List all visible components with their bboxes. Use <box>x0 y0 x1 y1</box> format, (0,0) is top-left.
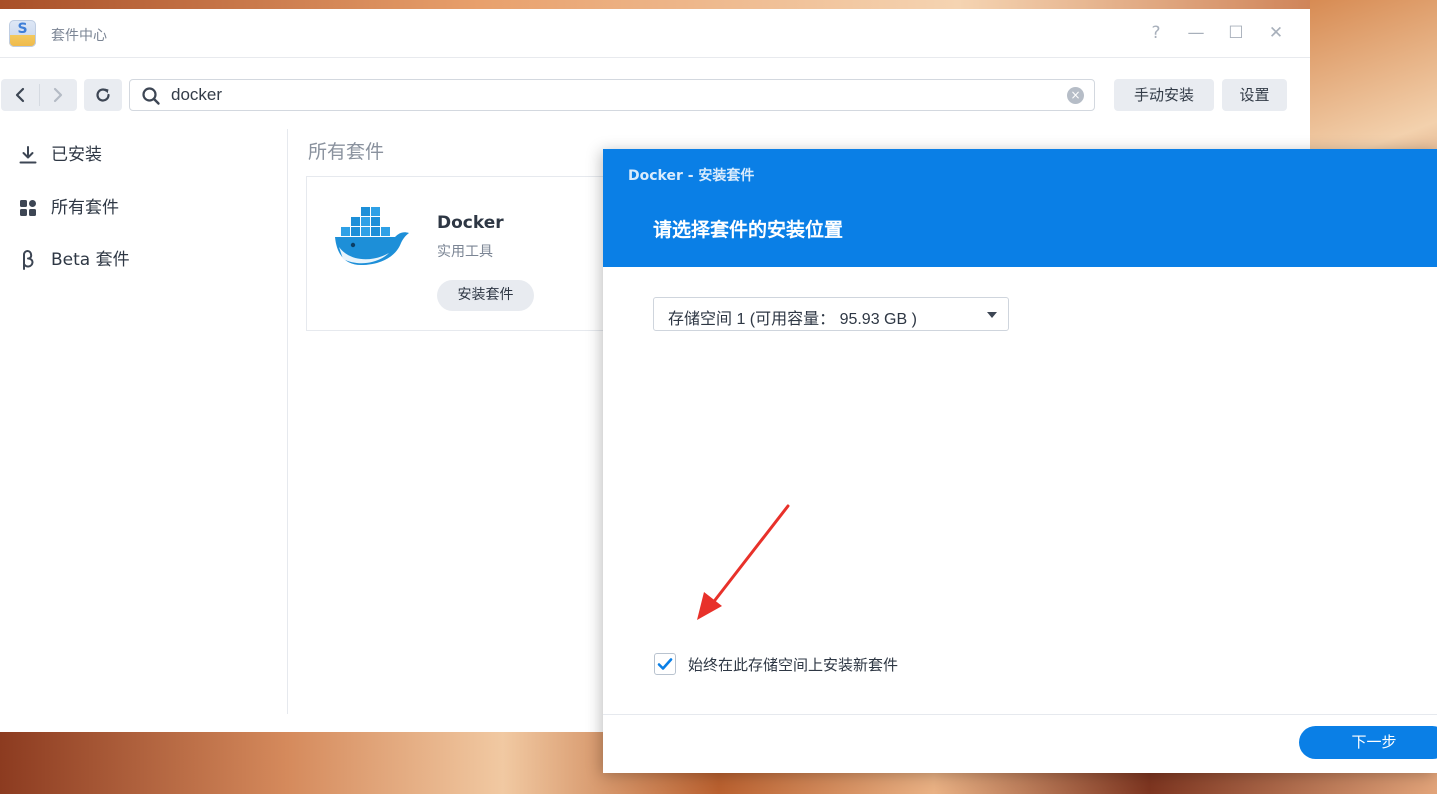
maximize-icon[interactable]: ☐ <box>1225 22 1247 44</box>
section-title: 所有套件 <box>308 141 385 163</box>
sidebar-item-all-packages[interactable]: 所有套件 <box>0 188 286 228</box>
sidebar-item-label: Beta 套件 <box>51 250 130 270</box>
nav-buttons <box>1 79 77 111</box>
annotation-arrow-icon <box>697 504 790 620</box>
sidebar-item-label: 已安装 <box>51 145 102 165</box>
dialog-footer-divider <box>603 714 1437 715</box>
minimize-icon[interactable]: — <box>1185 22 1207 44</box>
sidebar-item-beta[interactable]: Beta 套件 <box>0 240 286 280</box>
chevron-right-icon <box>53 87 63 103</box>
toolbar: × 手动安装 设置 <box>0 79 1310 113</box>
dialog-app-title: Docker - 安装套件 <box>628 168 755 184</box>
settings-button[interactable]: 设置 <box>1222 79 1287 111</box>
search-icon <box>142 87 160 105</box>
refresh-icon <box>96 88 110 102</box>
next-button[interactable]: 下一步 <box>1299 726 1437 759</box>
refresh-button[interactable] <box>84 79 122 111</box>
install-package-button[interactable]: 安装套件 <box>437 280 534 311</box>
caret-down-icon <box>987 312 997 318</box>
close-icon[interactable]: ✕ <box>1265 22 1287 44</box>
help-icon[interactable]: ? <box>1145 22 1167 44</box>
package-name: Docker <box>437 213 504 233</box>
always-install-checkbox[interactable] <box>654 653 676 675</box>
checkmark-icon <box>657 658 673 670</box>
package-center-icon: S <box>9 20 36 47</box>
install-dialog: Docker - 安装套件 请选择套件的安装位置 存储空间 1 (可用容量： 9… <box>603 149 1437 773</box>
sidebar: 已安装 所有套件 Beta 套件 <box>0 129 288 714</box>
dialog-title: 请选择套件的安装位置 <box>653 219 844 241</box>
sidebar-item-installed[interactable]: 已安装 <box>0 135 286 175</box>
volume-select[interactable]: 存储空间 1 (可用容量： 95.93 GB ) <box>653 297 1009 331</box>
chevron-left-icon <box>15 87 25 103</box>
volume-select-value: 存储空间 1 (可用容量： 95.93 GB ) <box>668 311 917 328</box>
dialog-header[interactable]: Docker - 安装套件 请选择套件的安装位置 <box>603 149 1437 267</box>
manual-install-button[interactable]: 手动安装 <box>1114 79 1214 111</box>
download-icon <box>19 146 37 164</box>
package-category: 实用工具 <box>437 244 493 260</box>
search-input[interactable] <box>171 83 1051 107</box>
title-bar[interactable]: S 套件中心 ? — ☐ ✕ <box>0 9 1310 58</box>
forward-button[interactable] <box>39 79 77 111</box>
sidebar-item-label: 所有套件 <box>51 198 119 218</box>
search-box: × <box>129 79 1095 111</box>
back-button[interactable] <box>1 79 39 111</box>
always-install-label[interactable]: 始终在此存储空间上安装新套件 <box>688 654 898 675</box>
package-card-docker[interactable]: Docker 实用工具 安装套件 <box>306 176 616 331</box>
window-title: 套件中心 <box>51 28 107 44</box>
clear-search-icon[interactable]: × <box>1067 87 1084 104</box>
docker-whale-icon <box>335 207 409 265</box>
grid-icon <box>20 200 36 216</box>
beta-icon <box>23 250 34 270</box>
